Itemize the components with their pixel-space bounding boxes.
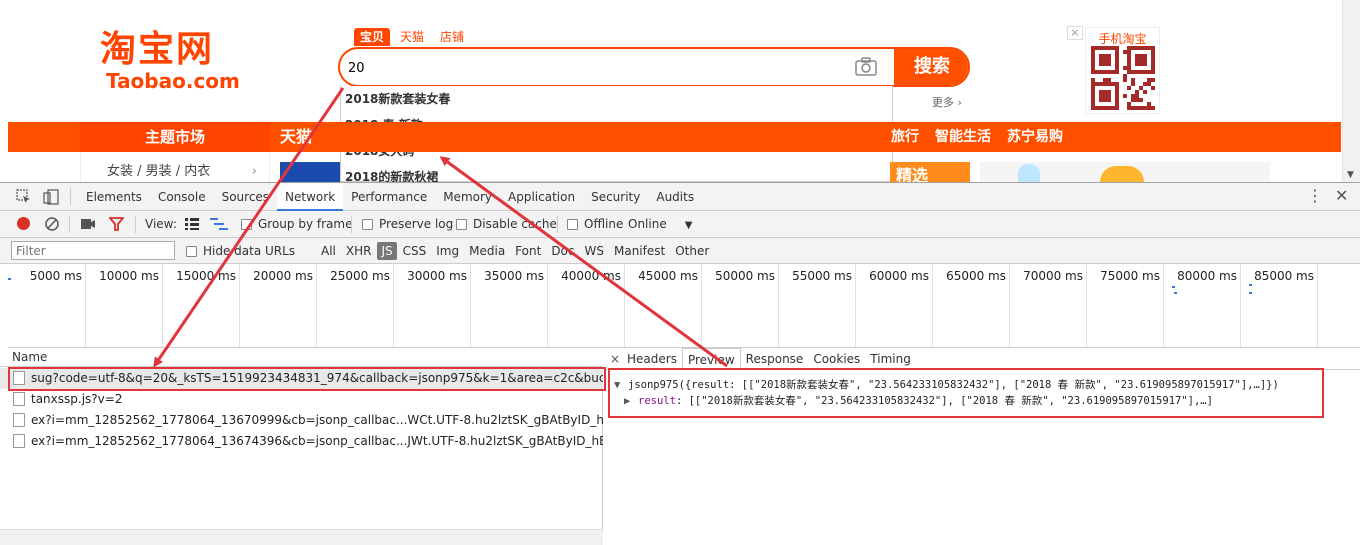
screenshot-root: 淘宝网 Taobao.com 宝贝 天猫 店铺 搜索 2018新款套装女春 20… [0,0,1360,545]
arrow-to-suggestion [439,156,728,368]
arrow-to-request [153,87,345,368]
annotation-arrows [153,87,728,368]
